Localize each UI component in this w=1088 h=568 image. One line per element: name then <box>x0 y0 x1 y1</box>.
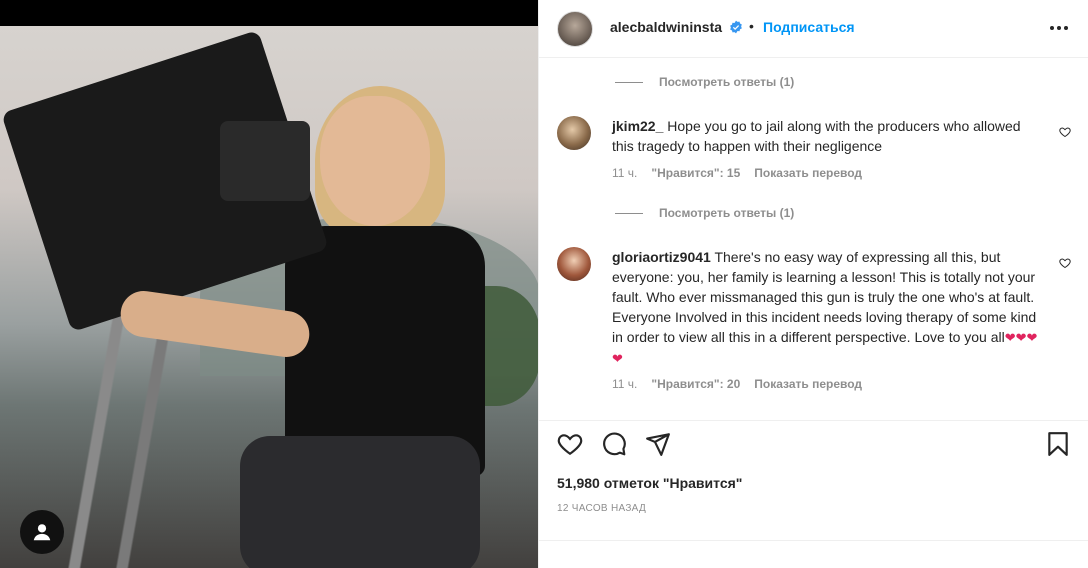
comment-time: 11 ч. <box>612 166 638 180</box>
author-username[interactable]: alecbaldwininsta <box>610 19 722 35</box>
post-time: 12 ЧАСОВ НАЗАД <box>557 503 647 514</box>
separator-dot: • <box>749 18 754 34</box>
post-photo <box>0 26 538 568</box>
replies-divider-line <box>615 212 643 214</box>
post-sidebar: alecbaldwininsta • Подписаться Посмотрет… <box>538 0 1088 568</box>
comment-time: 11 ч. <box>612 377 638 391</box>
view-replies-label: Посмотреть ответы (1) <box>659 206 795 220</box>
user-tag-icon <box>33 524 51 541</box>
post-actions-bar <box>539 420 1088 464</box>
photo-person-legs <box>240 436 480 568</box>
comment-like-count[interactable]: "Нравится": 20 <box>651 377 740 391</box>
more-options-icon[interactable] <box>1047 18 1071 38</box>
verified-badge-icon <box>730 20 742 34</box>
photo-camera-lens <box>220 121 310 201</box>
comment-icon[interactable] <box>601 431 627 457</box>
comment-meta: 11 ч. "Нравится": 20 Показать перевод <box>612 377 862 391</box>
photo-person-head <box>320 96 430 226</box>
share-icon[interactable] <box>645 431 671 457</box>
post-media-pane <box>0 0 538 568</box>
comment-like-icon[interactable] <box>1059 257 1071 269</box>
post-header: alecbaldwininsta • Подписаться <box>539 0 1088 58</box>
comment-body: Hope you go to jail along with the produ… <box>612 118 1021 154</box>
comment-like-count[interactable]: "Нравится": 15 <box>651 166 740 180</box>
add-comment-bar[interactable] <box>539 540 1088 568</box>
comment-username[interactable]: gloriaortiz9041 <box>612 249 711 265</box>
comments-list: Посмотреть ответы (1) jkim22_ Hope you g… <box>539 58 1088 420</box>
view-replies-link[interactable]: Посмотреть ответы (1) <box>615 206 794 220</box>
comment-username[interactable]: jkim22_ <box>612 118 663 134</box>
view-replies-link[interactable]: Посмотреть ответы (1) <box>615 75 794 89</box>
like-icon[interactable] <box>557 431 583 457</box>
comment-avatar[interactable] <box>557 247 591 281</box>
comment-like-icon[interactable] <box>1059 126 1071 138</box>
comment-meta: 11 ч. "Нравится": 15 Показать перевод <box>612 166 862 180</box>
show-translation-button[interactable]: Показать перевод <box>754 377 862 391</box>
author-avatar[interactable] <box>557 11 593 47</box>
likes-count[interactable]: 51,980 отметок "Нравится" <box>557 475 742 491</box>
replies-divider-line <box>615 81 643 83</box>
comment-text: jkim22_ Hope you go to jail along with t… <box>612 116 1042 156</box>
show-translation-button[interactable]: Показать перевод <box>754 166 862 180</box>
view-replies-label: Посмотреть ответы (1) <box>659 75 795 89</box>
comment-text: gloriaortiz9041 There's no easy way of e… <box>612 247 1042 369</box>
user-tag-button[interactable] <box>20 510 64 554</box>
comment-avatar[interactable] <box>557 116 591 150</box>
save-icon[interactable] <box>1045 431 1071 457</box>
follow-button[interactable]: Подписаться <box>763 19 855 35</box>
